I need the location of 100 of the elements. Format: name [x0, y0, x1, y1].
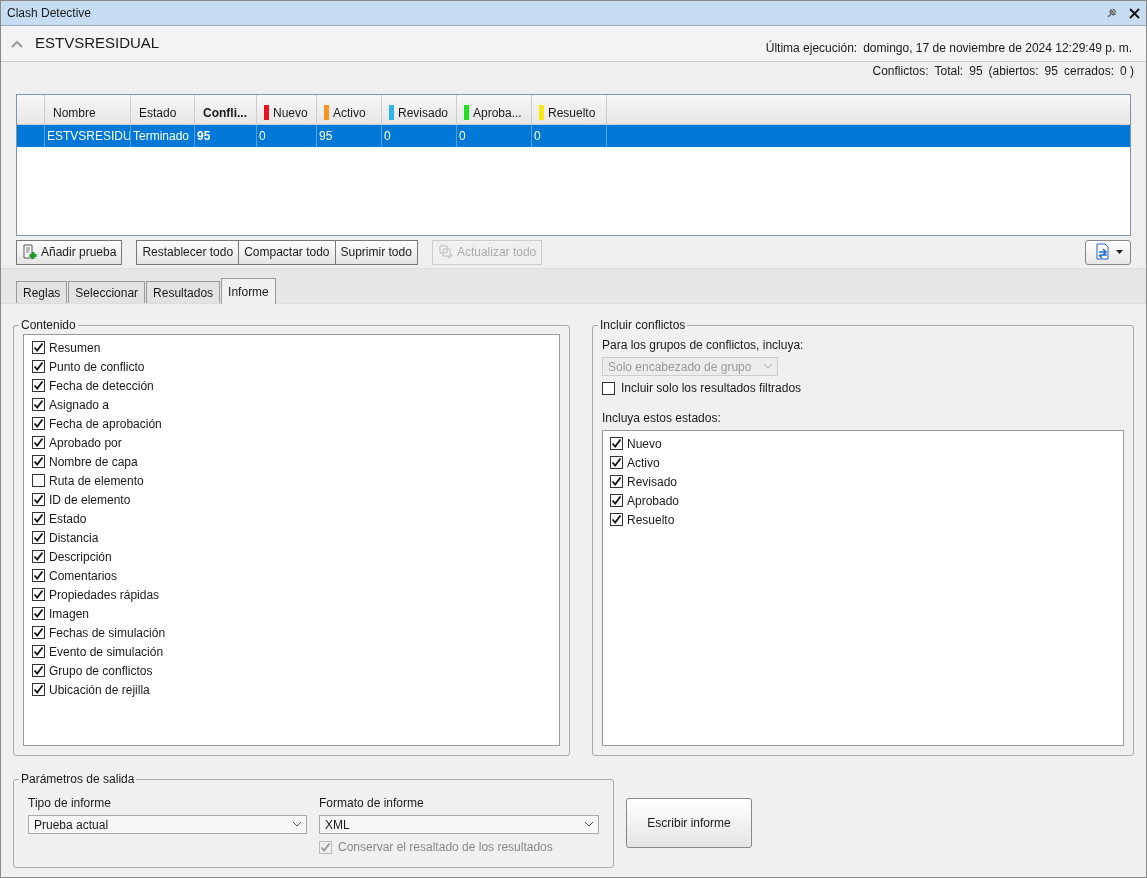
checkbox-label: Aprobado	[627, 492, 680, 510]
checked-checkbox[interactable]	[32, 360, 45, 373]
checkbox-label: Propiedades rápidas	[49, 586, 160, 604]
table-cell: 0	[257, 125, 317, 147]
checked-checkbox[interactable]	[32, 664, 45, 677]
checkbox-label: Comentarios	[49, 567, 118, 585]
checkbox-label: Punto de conflicto	[49, 358, 145, 376]
checkbox-label: ID de elemento	[49, 491, 131, 509]
report-type-label: Tipo de informe	[28, 795, 112, 812]
checked-checkbox[interactable]	[610, 494, 623, 507]
checkbox-label: Ubicación de rejilla	[49, 681, 150, 699]
checked-checkbox[interactable]	[32, 645, 45, 658]
checked-checkbox[interactable]	[32, 626, 45, 639]
checked-checkbox[interactable]	[32, 341, 45, 354]
collapse-caret-icon[interactable]	[11, 39, 23, 48]
conflicts-summary-text: 95	[969, 63, 983, 80]
table-row[interactable]: ESTVSRESIDU Terminado 95 0 95 0 0 0	[17, 125, 1130, 147]
toolbar-button[interactable]: Añadir prueba	[16, 239, 123, 265]
checkbox-label: Resumen	[49, 339, 101, 357]
checked-checkbox[interactable]	[610, 456, 623, 469]
tab[interactable]: Resultados	[146, 281, 221, 303]
checkbox-label: Distancia	[49, 529, 99, 547]
tab[interactable]: Seleccionar	[68, 281, 146, 303]
report-format-label: Formato de informe	[319, 795, 425, 812]
checkbox-label: Ruta de elemento	[49, 472, 144, 490]
toolbar-button[interactable]: Restablecer todo	[136, 239, 240, 265]
checkbox-label: Imagen	[49, 605, 90, 623]
table-cell: 0	[457, 125, 532, 147]
caret-icon	[1115, 250, 1123, 254]
checked-checkbox[interactable]	[610, 437, 623, 450]
checked-checkbox[interactable]	[32, 569, 45, 582]
checkbox-label: Fechas de simulación	[49, 624, 166, 642]
table-cell: 95	[317, 125, 382, 147]
checkbox-label: Conservar el resaltado de los resultados	[338, 839, 553, 856]
checkbox[interactable]	[32, 474, 45, 487]
checked-checkbox[interactable]	[610, 513, 623, 526]
column-header[interactable]: Activo	[317, 95, 382, 124]
checked-checkbox[interactable]	[32, 607, 45, 620]
tab[interactable]: Reglas	[16, 281, 68, 303]
chevron-icon	[293, 822, 301, 827]
group-title: Contenido	[20, 317, 77, 334]
column-header[interactable]: Aproba...	[457, 95, 532, 124]
report-type-dropdown[interactable]: Prueba actual	[28, 815, 307, 834]
pin-icon[interactable]	[1105, 6, 1119, 20]
column-header[interactable]: Nuevo	[257, 95, 317, 124]
group-title: Incluir conflictos	[599, 317, 687, 334]
toolbar-button[interactable]: Suprimir todo	[334, 239, 418, 265]
report-format-dropdown[interactable]: XML	[319, 815, 599, 834]
toolbar-button[interactable]: Compactar todo	[238, 239, 336, 265]
states-label: Incluya estos estados:	[602, 410, 722, 427]
column-header[interactable]: Estado	[131, 95, 195, 124]
checkbox-label: Activo	[627, 454, 660, 472]
last-run-label: Última ejecución:	[765, 39, 858, 57]
checked-checkbox[interactable]	[32, 379, 45, 392]
refresh-icon	[437, 244, 454, 260]
checkbox-label: Revisado	[627, 473, 678, 491]
checked-checkbox[interactable]	[32, 531, 45, 544]
checkbox-label: Evento de simulación	[49, 643, 164, 661]
checked-checkbox[interactable]	[32, 550, 45, 563]
conflicts-summary-text: 0 )	[1120, 63, 1134, 80]
checked-checkbox[interactable]	[32, 512, 45, 525]
table-cell: Terminado	[131, 125, 195, 147]
last-run-value: domingo, 17 de noviembre de 2024 12:29:49 p. m.	[863, 39, 1132, 57]
checkbox-label: Estado	[49, 510, 87, 528]
table-cell: 95	[195, 125, 257, 147]
add-test-icon	[22, 244, 38, 260]
close-icon[interactable]	[1129, 7, 1140, 19]
checked-checkbox[interactable]	[32, 683, 45, 696]
test-name: ESTVSRESIDUAL	[35, 33, 160, 54]
checkbox-label: Nombre de capa	[49, 453, 138, 471]
checkbox-label: Fecha de aprobación	[49, 415, 162, 433]
column-header[interactable]: Confli...	[195, 95, 257, 124]
column-header[interactable]: Nombre	[45, 95, 131, 124]
checked-checkbox[interactable]	[32, 493, 45, 506]
checked-checkbox[interactable]	[32, 588, 45, 601]
checked-checkbox[interactable]	[32, 436, 45, 449]
checked-checkbox[interactable]	[610, 475, 623, 488]
checkbox-label: Resuelto	[627, 511, 675, 529]
checked-checkbox[interactable]	[32, 455, 45, 468]
checked-checkbox[interactable]	[32, 417, 45, 430]
column-header[interactable]: Resuelto	[532, 95, 607, 124]
table-cell: 0	[532, 125, 607, 147]
column-header[interactable]: Revisado	[382, 95, 457, 124]
chevron-icon	[585, 822, 593, 827]
tab[interactable]: Informe	[221, 278, 276, 304]
checkbox[interactable]	[602, 381, 615, 395]
group-title: Parámetros de salida	[20, 771, 136, 788]
checkbox-label: Incluir solo los resultados filtrados	[621, 380, 802, 397]
checkbox-label: Grupo de conflictos	[49, 662, 153, 680]
write-report-button[interactable]: Escribir informe	[626, 798, 752, 848]
table-cell: 0	[382, 125, 457, 147]
export-dropdown-button[interactable]	[1085, 239, 1131, 265]
checkbox-label: Nuevo	[627, 435, 662, 453]
checkbox-label: Descripción	[49, 548, 112, 566]
conflicts-summary-text: 95	[1044, 63, 1058, 80]
chevron-icon	[764, 364, 772, 369]
checked-checkbox[interactable]	[32, 398, 45, 411]
table-cell: ESTVSRESIDU	[45, 125, 131, 147]
checkbox-label: Aprobado por	[49, 434, 122, 452]
checkbox-label: Fecha de detección	[49, 377, 154, 395]
